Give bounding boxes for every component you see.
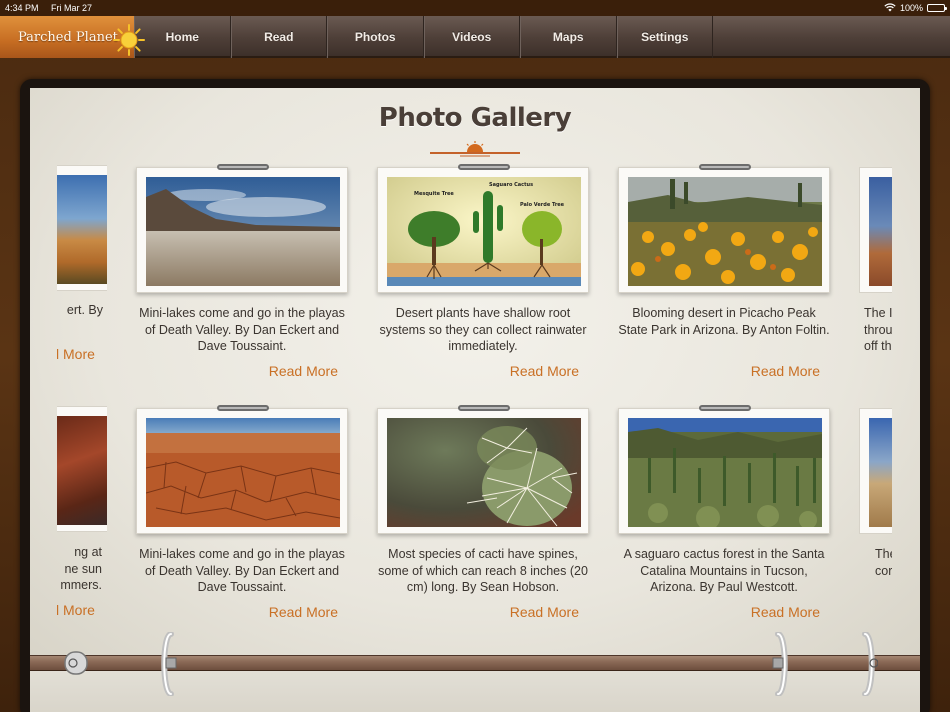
partial-card-left-2[interactable]: ng at ne sun mmers. l More	[57, 406, 107, 636]
tab-home-label: Home	[165, 30, 199, 44]
photo-frame[interactable]	[136, 164, 348, 293]
photo-blooming-desert[interactable]	[628, 177, 822, 286]
photo-left-1	[57, 175, 107, 284]
brand-label: Parched Planet	[18, 29, 118, 45]
photo-caption: Blooming desert in Picacho Peak State Pa…	[618, 306, 830, 337]
status-date: Fri Mar 27	[51, 3, 93, 13]
photo-cactus-spines[interactable]	[387, 418, 581, 527]
clip-icon	[458, 405, 510, 411]
photo-caption: Desert plants have shallow root systems …	[379, 306, 587, 353]
tab-photos[interactable]: Photos	[327, 16, 424, 58]
read-more-link[interactable]: Read More	[510, 604, 579, 620]
partial-caption-right-2-line2: cor	[875, 563, 892, 578]
photo-left-2	[57, 416, 107, 525]
partial-caption-right-2-line1: The	[875, 547, 892, 561]
photo-frame[interactable]: Mesquite Tree Saguaro Cactus Palo Verde …	[377, 164, 589, 293]
photo-right-1	[869, 177, 892, 286]
partial-caption-left-2-line2: ne sun	[64, 561, 102, 576]
label-mesquite: Mesquite Tree	[414, 191, 454, 197]
binder-ring-icon	[64, 651, 88, 675]
clip-icon	[217, 405, 269, 411]
tab-settings-label: Settings	[641, 30, 689, 44]
photo-caption: A saguaro cactus forest in the Santa Cat…	[623, 547, 825, 594]
photo-frame[interactable]	[377, 405, 589, 534]
photo-caption: Most species of cacti have spines, some …	[378, 547, 588, 594]
clip-icon	[699, 164, 751, 170]
partial-caption-right-1-line2: throu	[864, 322, 892, 337]
photo-plant-roots-diagram[interactable]: Mesquite Tree Saguaro Cactus Palo Verde …	[387, 177, 581, 286]
partial-caption-left-2-line3: mmers.	[60, 578, 102, 592]
tab-read[interactable]: Read	[230, 16, 327, 58]
tab-photos-label: Photos	[354, 30, 396, 44]
photo-right-2	[869, 418, 892, 527]
partial-card-right-2[interactable]: The cor	[859, 406, 892, 636]
read-more-link[interactable]: Read More	[510, 363, 579, 379]
binder-ring-icon	[161, 632, 177, 696]
photo-frame[interactable]	[618, 164, 830, 293]
read-more-link[interactable]: Read More	[751, 363, 820, 379]
binder-ring-icon	[862, 632, 878, 696]
tab-maps[interactable]: Maps	[520, 16, 617, 58]
partial-caption-left-2-line1: ng at	[74, 545, 102, 559]
clip-icon	[458, 164, 510, 170]
tab-videos[interactable]: Videos	[423, 16, 520, 58]
photo-saguaro-forest[interactable]	[628, 418, 822, 527]
binder-ring-icon	[772, 632, 788, 696]
read-more-link-left-1[interactable]: l More	[57, 346, 95, 362]
photo-caption: Mini-lakes come and go in the playas of …	[139, 547, 345, 594]
tab-settings[interactable]: Settings	[616, 16, 713, 58]
read-more-link-left-2[interactable]: l More	[57, 602, 95, 618]
tab-videos-label: Videos	[452, 30, 492, 44]
battery-percent: 100%	[899, 3, 923, 13]
partial-caption-right-1-line1: The I	[864, 306, 892, 320]
gallery-page: Photo Gallery ert. By l More ng at ne su…	[30, 88, 920, 658]
tab-maps-label: Maps	[552, 30, 584, 44]
read-more-link[interactable]: Read More	[269, 363, 338, 379]
tab-home[interactable]: Home	[134, 16, 231, 58]
partial-card-right-1[interactable]: The I throu off th	[859, 165, 892, 395]
photo-frame[interactable]	[618, 405, 830, 534]
partial-card-left-1[interactable]: ert. By l More	[57, 165, 107, 395]
partial-caption-right-1-line3: off th	[864, 339, 892, 353]
photo-playa-lake[interactable]	[146, 177, 340, 286]
label-saguaro: Saguaro Cactus	[489, 182, 533, 188]
photo-caption: Mini-lakes come and go in the playas of …	[139, 306, 345, 353]
status-time: 4:34 PM	[5, 3, 39, 13]
page-title: Photo Gallery	[378, 103, 572, 133]
clip-icon	[699, 405, 751, 411]
sunset-ornament-icon	[430, 141, 520, 157]
sun-icon	[113, 24, 145, 56]
read-more-link[interactable]: Read More	[751, 604, 820, 620]
photo-cracked-earth[interactable]	[146, 418, 340, 527]
wifi-icon	[884, 2, 896, 14]
battery-icon	[927, 4, 947, 12]
status-bar: 4:34 PM Fri Mar 27 100%	[0, 0, 950, 16]
partial-caption-left-1: ert. By	[66, 303, 103, 317]
tab-read-label: Read	[264, 30, 294, 44]
clip-icon	[217, 164, 269, 170]
photo-frame[interactable]	[136, 405, 348, 534]
label-paloverde: Palo Verde Tree	[520, 202, 565, 208]
read-more-link[interactable]: Read More	[269, 604, 338, 620]
